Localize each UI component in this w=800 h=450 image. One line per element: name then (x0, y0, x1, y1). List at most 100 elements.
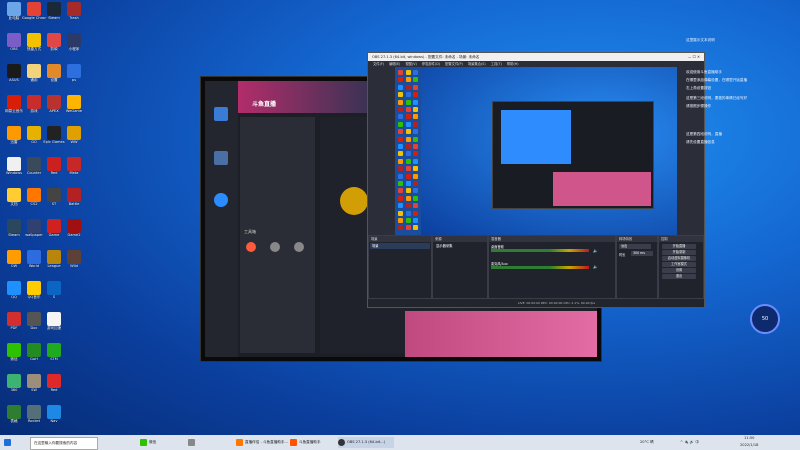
obs-menu-item[interactable]: 工具(T) (491, 62, 502, 66)
preview-mini-icon (405, 107, 411, 112)
desktop-icon[interactable]: WW (62, 126, 86, 152)
taskbar-app-douyu-helper[interactable]: 斗鱼直播助手 (290, 437, 336, 448)
desktop-icon-grid: 此电脑Google ChromeSteamTrashOBS快捷方式剪映小程序AS… (0, 0, 82, 435)
mute-icon[interactable]: 🔈 (593, 248, 598, 253)
app-icon (27, 126, 41, 140)
app-icon (67, 343, 81, 357)
obs-menu-item[interactable]: 停靠部件(D) (422, 62, 440, 66)
desktop-note-line: 请按照步骤操作 (686, 104, 712, 108)
desktop-icon[interactable]: Meta (62, 157, 86, 183)
taskbar-app-obs[interactable]: OBS 27.1.3 (64-bit...) (338, 437, 394, 448)
taskbar: 在这里输入你要搜索的内容 微信 直播伴侣 - 斗鱼直播助手... 斗鱼直播助手 … (0, 435, 800, 450)
preview-mini-icon (405, 144, 411, 149)
duration-input[interactable]: 300 ms (631, 251, 653, 256)
obs-menu-item[interactable]: 编辑(E) (389, 62, 400, 66)
controls-dock: 控制 开始直播 开始录制 启动虚拟摄像机 工作室模式 设置 退出 (658, 235, 704, 299)
app-icon (7, 281, 21, 295)
desktop-note-line: 右上角设置按钮 (686, 86, 712, 90)
obs-menu-item[interactable]: 视图(V) (405, 62, 416, 66)
bg-app-panel: 工具箱 (240, 117, 315, 353)
exit-button[interactable]: 退出 (662, 274, 696, 279)
tool-icon[interactable] (246, 242, 256, 252)
tray-icons[interactable]: ^ 🔌 🔊 中 (680, 437, 699, 448)
app-icon (27, 157, 41, 171)
preview-mini-icon (413, 77, 418, 83)
tool-icon[interactable] (294, 242, 304, 252)
app-icon (47, 95, 61, 109)
desktop-icon[interactable]: 小程序 (62, 33, 86, 59)
search-box[interactable]: 在这里输入你要搜索的内容 (30, 437, 98, 450)
transition-select[interactable]: 淡出 (619, 244, 651, 249)
wechat-icon (140, 438, 147, 446)
preview-mini-icon (413, 218, 418, 223)
weather[interactable]: 20°C 晴 (640, 437, 654, 448)
desktop-icon[interactable]: Wild (62, 250, 86, 276)
app-icon (7, 343, 21, 357)
nav-active-icon[interactable] (214, 193, 228, 207)
windows-logo-icon (4, 438, 11, 446)
preview-mini-icon (398, 107, 403, 112)
obs-menu-item[interactable]: 文件(F) (373, 62, 384, 66)
desktop-icon-label: Wild (70, 264, 78, 268)
settings-button[interactable]: 设置 (662, 268, 696, 273)
tool-icon[interactable] (270, 242, 280, 252)
preview-nested-pink (553, 172, 651, 206)
date: 2022/1/18 (740, 443, 759, 447)
app-icon (67, 281, 81, 295)
preview-mini-icon (413, 107, 418, 112)
tools-label: 工具箱 (244, 229, 256, 234)
preview-mini-icon (413, 136, 418, 142)
window-controls[interactable]: — ☐ ✕ (688, 53, 700, 61)
mute-icon[interactable]: 🔈 (593, 264, 598, 269)
desktop-icon[interactable]: Trash (62, 2, 86, 28)
preview-mini-icon (398, 195, 403, 201)
nav-icon[interactable] (214, 151, 228, 165)
scene-item[interactable]: 场景 (370, 243, 430, 249)
transitions-header: 转场特效 (617, 236, 657, 242)
app-icon (7, 219, 21, 233)
taskbar-app-2[interactable] (188, 437, 228, 448)
obs-icon (338, 438, 345, 446)
desktop-icon-label: Trash (69, 16, 79, 20)
start-streaming-button[interactable]: 开始直播 (662, 244, 696, 249)
system-monitor-widget[interactable]: 50 (750, 304, 780, 334)
preview-mini-icon (405, 218, 411, 223)
taskbar-app-douyu[interactable]: 直播伴侣 - 斗鱼直播助手... (236, 437, 296, 448)
app-icon (7, 2, 21, 16)
preview-mini-icon (405, 136, 411, 142)
preview-mini-icon (398, 92, 403, 98)
preview-mini-icon (413, 181, 418, 186)
app-icon (47, 281, 61, 295)
transitions-dock: 转场特效 淡出 时长 300 ms (616, 235, 658, 299)
start-button[interactable] (4, 437, 13, 448)
preview-mini-icon (405, 188, 411, 194)
preview-mini-icon (413, 92, 418, 98)
preview-mini-icon (405, 114, 411, 120)
desktop-note-line: 这里展示文本说明 (686, 38, 715, 42)
preview-mini-icon (398, 203, 403, 209)
desktop-icon[interactable]: WeGame (62, 95, 86, 121)
obs-menu-item[interactable]: 场景集合(S) (468, 62, 486, 66)
scenes-header: 场景 (369, 236, 431, 242)
clock[interactable]: 11:50 2022/1/18 (740, 435, 759, 447)
obs-window[interactable]: OBS 27.1.3 (64-bit, windows) - 配置文件: 未命名… (367, 52, 705, 308)
obs-menu-item[interactable]: 配置文件(P) (445, 62, 463, 66)
taskbar-app-wechat[interactable]: 微信 (140, 437, 184, 448)
app-icon (67, 33, 81, 47)
desktop-icon (62, 281, 86, 307)
preview-mini-icon (398, 99, 403, 105)
start-recording-button[interactable]: 开始录制 (662, 250, 696, 255)
virtual-camera-button[interactable]: 启动虚拟摄像机 (662, 256, 696, 261)
desktop-icon[interactable]: Battle (62, 188, 86, 214)
app-icon (27, 250, 41, 264)
studio-mode-button[interactable]: 工作室模式 (662, 262, 696, 267)
desktop-icon[interactable]: ps (62, 64, 86, 90)
desktop-note-line: 欢迎使用斗鱼直播助手 (686, 70, 722, 74)
obs-menu-item[interactable]: 帮助(H) (507, 62, 519, 66)
app-icon (27, 281, 41, 295)
desktop-icon (62, 405, 86, 431)
app-icon (47, 188, 61, 202)
app-icon (27, 343, 41, 357)
desktop-icon[interactable]: Game2 (62, 219, 86, 245)
source-item[interactable]: 显示器采集 (434, 243, 486, 249)
